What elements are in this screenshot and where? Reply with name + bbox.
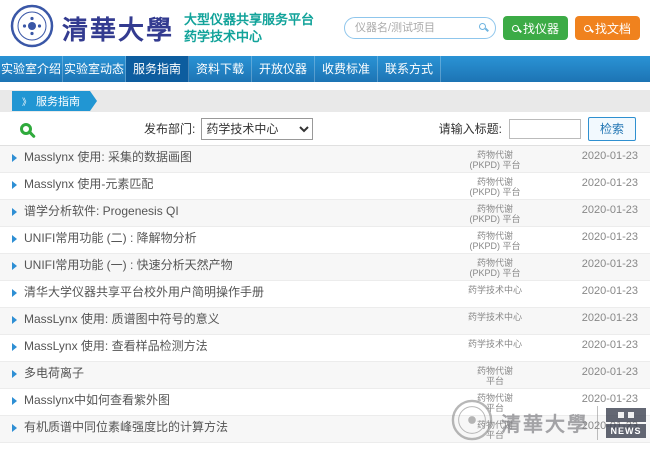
nav-tabs: 实验室介绍实验室动态服务指南资料下载开放仪器收费标准联系方式 <box>0 56 650 82</box>
page: 清華大學 大型仪器共享服务平台 药学技术中心 找仪器 找文档 实验室介绍实验室动… <box>0 0 650 450</box>
bullet-icon <box>12 289 17 297</box>
item-category: 药物代谢 (PKPD) 平台 <box>430 204 560 224</box>
item-category: 药物代谢 平台 <box>430 420 560 440</box>
nav-tab-5[interactable]: 开放仪器 <box>252 56 315 82</box>
bullet-icon <box>12 154 17 162</box>
item-title[interactable]: Masslynx中如何查看紫外图 <box>24 393 430 407</box>
item-category: 药物代谢 (PKPD) 平台 <box>430 258 560 278</box>
breadcrumb-label: 服务指南 <box>36 93 80 109</box>
list-item[interactable]: 有机质谱中同位素峰强度比的计算方法 药物代谢 平台 2020-01-23 <box>0 416 650 443</box>
find-document-label: 找文档 <box>595 20 631 37</box>
list-item[interactable]: MassLynx 使用: 查看样品检测方法 药学技术中心 2020-01-23 <box>0 335 650 362</box>
title-label: 请输入标题: <box>439 120 502 137</box>
list-item[interactable]: Masslynx中如何查看紫外图 药物代谢 平台 2020-01-23 <box>0 389 650 416</box>
list-item[interactable]: MassLynx 使用: 质谱图中符号的意义 药学技术中心 2020-01-23 <box>0 308 650 335</box>
filter-row: 发布部门: 药学技术中心 请输入标题: 检索 <box>0 112 650 146</box>
platform-title-line2: 药学技术中心 <box>184 28 314 45</box>
item-category: 药物代谢 平台 <box>430 366 560 386</box>
magnifier-icon <box>584 25 591 32</box>
item-category: 药物代谢 (PKPD) 平台 <box>430 150 560 170</box>
item-title[interactable]: Masslynx 使用-元素匹配 <box>24 177 430 191</box>
item-category: 药物代谢 (PKPD) 平台 <box>430 231 560 251</box>
item-title[interactable]: 谱学分析软件: Progenesis QI <box>24 204 430 218</box>
search-magnifier-icon <box>20 123 32 135</box>
search-icon <box>479 23 486 30</box>
department-filter: 发布部门: 药学技术中心 <box>144 118 313 140</box>
item-date: 2020-01-23 <box>560 339 638 352</box>
item-date: 2020-01-23 <box>560 258 638 271</box>
university-name: 清華大學 <box>62 10 174 47</box>
bullet-icon <box>12 397 17 405</box>
item-title[interactable]: MassLynx 使用: 质谱图中符号的意义 <box>24 312 430 326</box>
nav-tab-3[interactable]: 服务指南 <box>126 56 189 82</box>
platform-title: 大型仪器共享服务平台 药学技术中心 <box>184 11 314 45</box>
bullet-icon <box>12 235 17 243</box>
item-date: 2020-01-23 <box>560 312 638 325</box>
title-filter: 请输入标题: 检索 <box>439 117 636 141</box>
platform-title-line1: 大型仪器共享服务平台 <box>184 11 314 28</box>
header-search-area: 找仪器 找文档 <box>344 16 640 40</box>
item-category: 药学技术中心 <box>430 312 560 322</box>
magnifier-icon <box>512 25 519 32</box>
bullet-icon <box>12 262 17 270</box>
nav-tab-2[interactable]: 实验室动态 <box>63 56 126 82</box>
item-category: 药物代谢 (PKPD) 平台 <box>430 177 560 197</box>
item-category: 药学技术中心 <box>430 285 560 295</box>
instrument-search-input[interactable] <box>344 17 496 39</box>
list-item[interactable]: Masslynx 使用: 采集的数据画图 药物代谢 (PKPD) 平台 2020… <box>0 146 650 173</box>
spacer <box>0 82 650 90</box>
nav-tab-7[interactable]: 联系方式 <box>378 56 441 82</box>
tsinghua-logo-icon <box>10 4 54 53</box>
find-instrument-label: 找仪器 <box>523 20 559 37</box>
list-item[interactable]: UNIFI常用功能 (一) : 快速分析天然产物 药物代谢 (PKPD) 平台 … <box>0 254 650 281</box>
bullet-icon <box>12 343 17 351</box>
item-date: 2020-01-23 <box>560 285 638 298</box>
item-date: 2020-01-23 <box>560 204 638 217</box>
find-document-button[interactable]: 找文档 <box>575 16 640 40</box>
item-date: 2020-01-23 <box>560 366 638 379</box>
breadcrumb[interactable]: 》 服务指南 <box>12 91 90 111</box>
breadcrumb-bar: 》 服务指南 <box>0 90 650 112</box>
nav-tab-1[interactable]: 实验室介绍 <box>0 56 63 82</box>
item-title[interactable]: UNIFI常用功能 (二) : 降解物分析 <box>24 231 430 245</box>
find-instrument-button[interactable]: 找仪器 <box>503 16 568 40</box>
item-title[interactable]: UNIFI常用功能 (一) : 快速分析天然产物 <box>24 258 430 272</box>
bullet-icon <box>12 316 17 324</box>
bullet-icon <box>12 208 17 216</box>
list-item[interactable]: 清华大学仪器共享平台校外用户简明操作手册 药学技术中心 2020-01-23 <box>0 281 650 308</box>
department-label: 发布部门: <box>144 120 195 137</box>
item-date: 2020-01-23 <box>560 393 638 406</box>
item-title[interactable]: 有机质谱中同位素峰强度比的计算方法 <box>24 420 430 434</box>
list-item[interactable]: Masslynx 使用-元素匹配 药物代谢 (PKPD) 平台 2020-01-… <box>0 173 650 200</box>
bullet-icon <box>12 181 17 189</box>
item-category: 药物代谢 平台 <box>430 393 560 413</box>
nav-tab-6[interactable]: 收费标准 <box>315 56 378 82</box>
item-date: 2020-01-23 <box>560 177 638 190</box>
bullet-icon <box>12 424 17 432</box>
item-date: 2020-01-23 <box>560 150 638 163</box>
list-item[interactable]: UNIFI常用功能 (二) : 降解物分析 药物代谢 (PKPD) 平台 202… <box>0 227 650 254</box>
item-date: 2020-01-23 <box>560 420 638 433</box>
item-title[interactable]: 清华大学仪器共享平台校外用户简明操作手册 <box>24 285 430 299</box>
title-input[interactable] <box>509 119 581 139</box>
item-date: 2020-01-23 <box>560 231 638 244</box>
list-item[interactable]: 多电荷离子 药物代谢 平台 2020-01-23 <box>0 362 650 389</box>
item-title[interactable]: Masslynx 使用: 采集的数据画图 <box>24 150 430 164</box>
item-title[interactable]: MassLynx 使用: 查看样品检测方法 <box>24 339 430 353</box>
list-item[interactable]: 谱学分析软件: Progenesis QI 药物代谢 (PKPD) 平台 202… <box>0 200 650 227</box>
article-list: Masslynx 使用: 采集的数据画图 药物代谢 (PKPD) 平台 2020… <box>0 146 650 443</box>
search-button[interactable]: 检索 <box>588 117 636 141</box>
chevron-right-icon: 》 <box>22 95 31 108</box>
nav-tab-4[interactable]: 资料下载 <box>189 56 252 82</box>
item-title[interactable]: 多电荷离子 <box>24 366 430 380</box>
item-category: 药学技术中心 <box>430 339 560 349</box>
header: 清華大學 大型仪器共享服务平台 药学技术中心 找仪器 找文档 <box>0 0 650 56</box>
bullet-icon <box>12 370 17 378</box>
department-select[interactable]: 药学技术中心 <box>201 118 313 140</box>
